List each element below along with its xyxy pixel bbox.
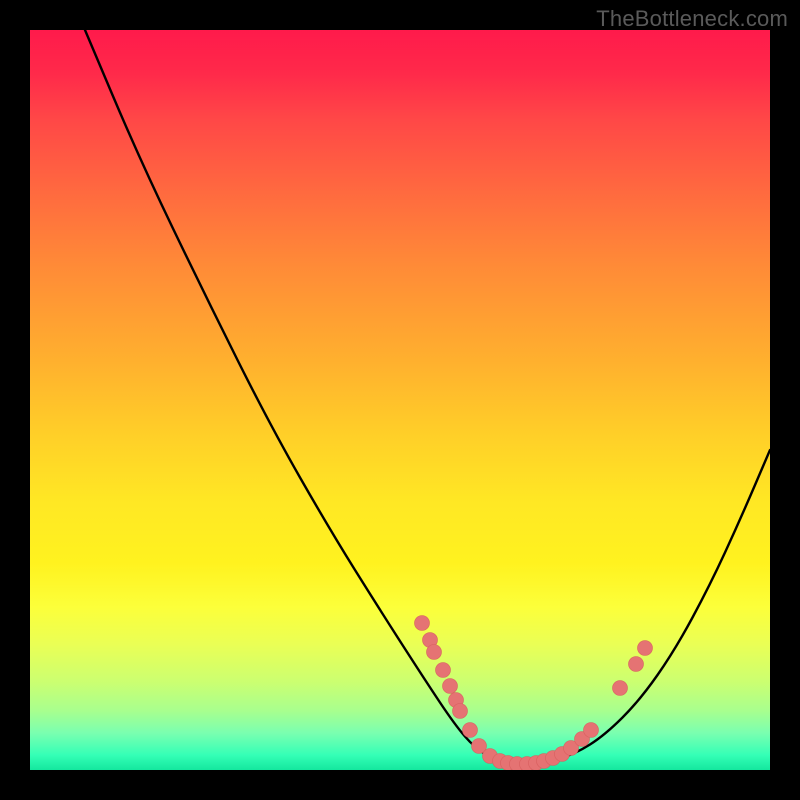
data-dot bbox=[415, 616, 430, 631]
data-dot bbox=[443, 679, 458, 694]
chart-svg bbox=[30, 30, 770, 770]
data-dot bbox=[629, 657, 644, 672]
data-dot bbox=[453, 704, 468, 719]
data-dot bbox=[638, 641, 653, 656]
data-dot bbox=[463, 723, 478, 738]
data-dots-group bbox=[415, 616, 653, 771]
data-dot bbox=[436, 663, 451, 678]
data-dot bbox=[427, 645, 442, 660]
bottleneck-curve bbox=[85, 30, 520, 765]
watermark-text: TheBottleneck.com bbox=[596, 6, 788, 32]
data-dot bbox=[613, 681, 628, 696]
data-dot bbox=[584, 723, 599, 738]
bottleneck-curve-right bbox=[520, 450, 770, 765]
chart-area bbox=[30, 30, 770, 770]
